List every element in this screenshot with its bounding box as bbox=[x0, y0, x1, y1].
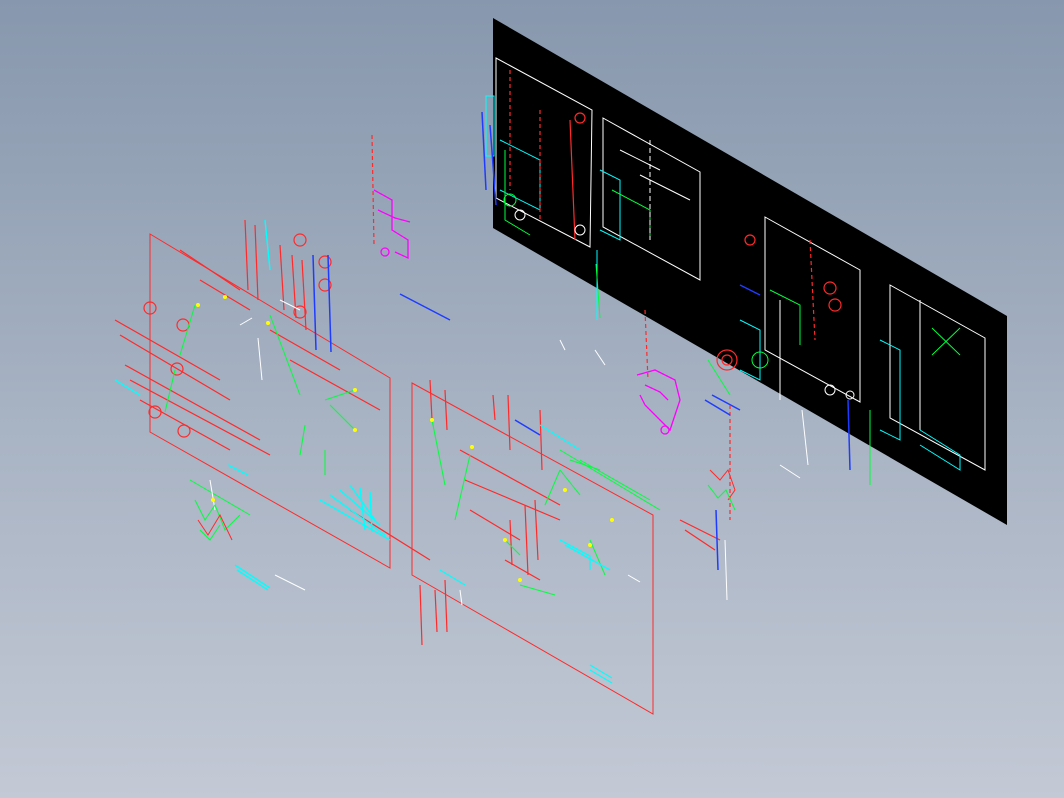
exploded-cad-drawing bbox=[114, 18, 1007, 715]
drawing-frame-left[interactable] bbox=[114, 134, 451, 646]
black-drawing-sheet[interactable] bbox=[481, 18, 1007, 525]
cad-3d-viewport[interactable] bbox=[0, 0, 1064, 798]
